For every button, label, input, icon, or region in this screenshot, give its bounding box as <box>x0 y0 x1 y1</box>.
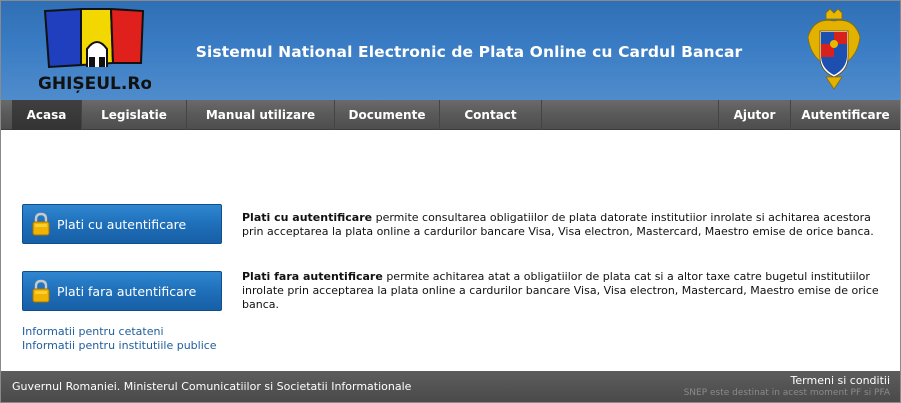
plati-cu-autentificare-button[interactable]: Plati cu autentificare <box>22 204 222 244</box>
nav-item-contact[interactable]: Contact <box>440 100 542 130</box>
footer-note: SNEP este destinat in acest moment PF si… <box>683 388 890 398</box>
main-nav: Acasa Legislatie Manual utilizare Docume… <box>1 100 900 130</box>
terms-link[interactable]: Termeni si conditii <box>791 374 890 387</box>
lock-icon <box>32 279 50 303</box>
noauth-description-title: Plati fara autentificare <box>242 270 383 283</box>
lock-icon <box>32 212 50 236</box>
svg-text:GHIȘEUL.Ro: GHIȘEUL.Ro <box>39 74 151 94</box>
noauth-description: Plati fara autentificare permite achitar… <box>242 270 882 312</box>
nav-item-acasa[interactable]: Acasa <box>12 100 82 130</box>
info-institutions-link[interactable]: Informatii pentru institutiile publice <box>22 339 217 352</box>
nav-item-legislatie[interactable]: Legislatie <box>82 100 187 130</box>
header: GHIȘEUL.Ro Sistemul National Electronic … <box>1 1 900 100</box>
auth-description: Plati cu autentificare permite consultar… <box>242 211 882 239</box>
nav-item-autentificare[interactable]: Autentificare <box>790 100 900 130</box>
nav-item-documente[interactable]: Documente <box>335 100 440 130</box>
footer-copyright: Guvernul Romaniei. Ministerul Comunicati… <box>12 380 412 393</box>
nav-item-manual-utilizare[interactable]: Manual utilizare <box>187 100 335 130</box>
footer: Guvernul Romaniei. Ministerul Comunicati… <box>1 371 900 402</box>
plati-fara-autentificare-label: Plati fara autentificare <box>57 283 197 299</box>
info-citizens-link[interactable]: Informatii pentru cetateni <box>22 325 164 338</box>
plati-cu-autentificare-label: Plati cu autentificare <box>57 216 187 232</box>
auth-description-title: Plati cu autentificare <box>242 211 373 224</box>
nav-item-ajutor[interactable]: Ajutor <box>718 100 790 130</box>
plati-fara-autentificare-button[interactable]: Plati fara autentificare <box>22 271 222 311</box>
coat-of-arms-icon <box>807 9 861 90</box>
site-title: Sistemul National Electronic de Plata On… <box>195 43 743 61</box>
